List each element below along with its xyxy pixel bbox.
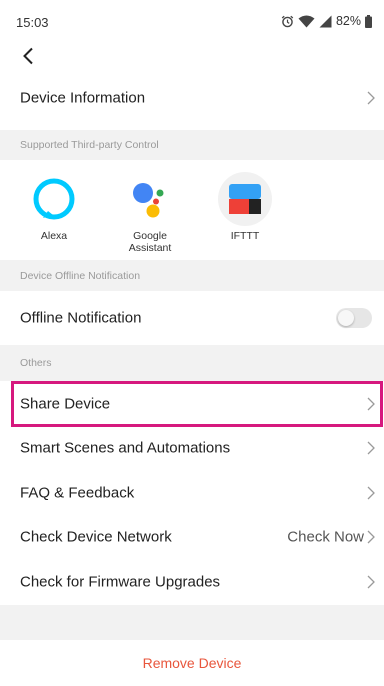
offline-section-header: Device Offline Notification (0, 260, 384, 291)
chevron-right-icon (367, 486, 375, 500)
bottom-spacer (0, 605, 384, 640)
third-party-list: Alexa Google Assistant IFTTT (0, 160, 384, 260)
remove-device-label: Remove Device (142, 655, 242, 671)
offline-section-title: Device Offline Notification (20, 269, 141, 282)
wifi-icon (298, 15, 315, 27)
signal-icon (319, 15, 332, 27)
google-assistant-label: Google Assistant (128, 230, 172, 254)
ifttt-icon (218, 172, 272, 226)
chevron-right-icon (367, 530, 375, 544)
smart-scenes-label: Smart Scenes and Automations (20, 439, 231, 457)
share-device-row[interactable]: Share Device (0, 382, 384, 426)
battery-percent: 82% (335, 14, 361, 28)
ifttt-item[interactable]: IFTTT (210, 172, 280, 242)
offline-notification-row: Offline Notification (0, 295, 384, 341)
back-button[interactable] (16, 44, 40, 68)
alarm-icon (281, 15, 294, 27)
device-information-row[interactable]: Device Information (0, 76, 384, 120)
check-now-value: Check Now (287, 528, 364, 546)
alexa-item[interactable]: Alexa (19, 172, 89, 242)
status-time: 15:03 (16, 15, 49, 30)
faq-feedback-row[interactable]: FAQ & Feedback (0, 471, 384, 515)
firmware-upgrades-label: Check for Firmware Upgrades (20, 573, 221, 591)
faq-feedback-label: FAQ & Feedback (20, 484, 135, 502)
firmware-upgrades-row[interactable]: Check for Firmware Upgrades (0, 560, 384, 604)
smart-scenes-row[interactable]: Smart Scenes and Automations (0, 426, 384, 470)
alexa-label: Alexa (40, 230, 68, 242)
chevron-right-icon (367, 575, 375, 589)
google-assistant-item[interactable]: Google Assistant (115, 172, 185, 254)
remove-device-button[interactable]: Remove Device (0, 640, 384, 686)
google-assistant-icon (123, 172, 177, 226)
status-icons: 82% (281, 13, 372, 29)
toggle-knob (338, 310, 354, 326)
check-device-network-row[interactable]: Check Device Network Check Now (0, 515, 384, 559)
chevron-right-icon (367, 91, 375, 105)
offline-notification-toggle[interactable] (336, 308, 372, 328)
battery-icon (365, 14, 372, 28)
others-section-title: Others (20, 357, 52, 369)
alexa-icon (27, 172, 81, 226)
chevron-left-icon (23, 47, 33, 65)
status-bar: 15:03 82% (0, 0, 384, 44)
device-information-label: Device Information (20, 89, 146, 107)
check-device-network-label: Check Device Network (20, 528, 172, 546)
ifttt-label: IFTTT (230, 230, 260, 242)
share-device-label: Share Device (20, 395, 111, 413)
others-section-header: Others (0, 345, 384, 381)
offline-notification-label: Offline Notification (20, 309, 142, 327)
third-party-section-title: Supported Third-party Control (20, 139, 159, 151)
third-party-section-header: Supported Third-party Control (0, 130, 384, 160)
chevron-right-icon (367, 397, 375, 411)
chevron-right-icon (367, 441, 375, 455)
